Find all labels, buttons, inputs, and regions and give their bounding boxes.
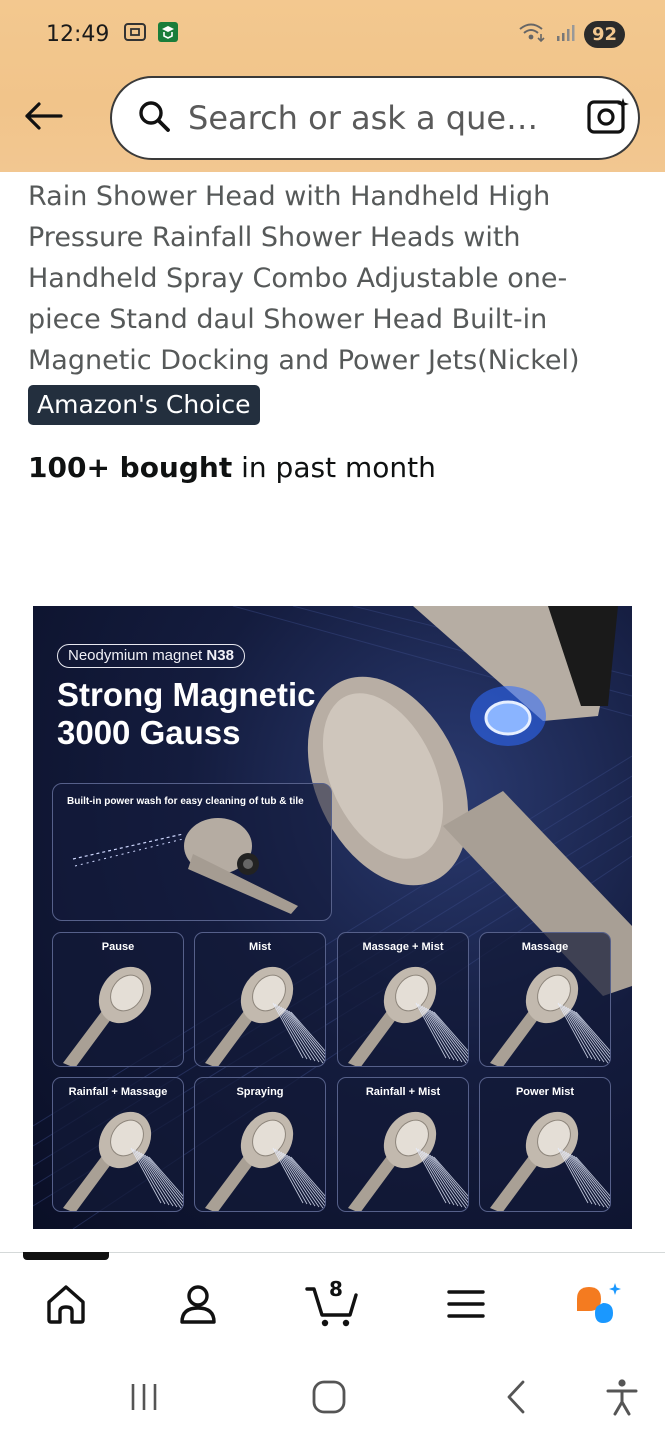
shower-head-illustration [348, 966, 468, 1066]
home-circle-icon [312, 1380, 346, 1414]
shower-head-illustration [205, 966, 325, 1066]
bought-count: 100+ bought in past month [28, 451, 436, 484]
power-wash-illustration [72, 818, 298, 914]
magnet-pill-grade: N38 [206, 647, 234, 664]
camera-search-icon[interactable] [587, 96, 631, 141]
nav-rufus[interactable] [570, 1274, 630, 1334]
nav-menu[interactable] [436, 1274, 496, 1334]
bottom-nav: 8 [0, 1262, 665, 1338]
shower-head-illustration [205, 1111, 325, 1211]
recent-apps-icon [131, 1384, 157, 1410]
headline-line-1: Strong Magnetic [57, 676, 316, 713]
mode-tile: Mist [194, 932, 326, 1067]
accessibility-icon [606, 1379, 638, 1416]
bought-count-rest: in past month [232, 451, 436, 484]
mode-tile: Pause [52, 932, 184, 1067]
power-wash-card: Built-in power wash for easy cleaning of… [52, 783, 332, 921]
account-icon [180, 1285, 216, 1324]
home-button[interactable] [304, 1372, 354, 1422]
signal-icon [556, 22, 576, 47]
chevron-left-icon [507, 1380, 525, 1414]
header: 12:49 92 [0, 0, 665, 172]
magnet-pill-prefix: Neodymium magnet [68, 647, 207, 664]
search-icon [136, 98, 172, 139]
magnet-pill: Neodymium magnet N38 [57, 644, 245, 668]
mode-tile: Rainfall + Mist [337, 1077, 469, 1212]
spray-mode-grid: Pause Mist Massage + Mist Massage Rainfa… [52, 932, 612, 1212]
status-time: 12:49 [46, 21, 110, 47]
headline-line-2: 3000 Gauss [57, 714, 241, 751]
bought-count-bold: 100+ bought [28, 451, 233, 484]
back-button[interactable] [20, 93, 66, 139]
shower-head-illustration [63, 966, 152, 1066]
mode-tile: Power Mist [479, 1077, 611, 1212]
search-input[interactable] [188, 99, 587, 137]
wifi-icon [518, 21, 548, 48]
nav-cart[interactable]: 8 [302, 1274, 362, 1334]
cart-count: 8 [329, 1277, 343, 1301]
nav-account[interactable] [168, 1274, 228, 1334]
shower-head-illustration [490, 1111, 610, 1211]
shower-head-illustration [63, 1111, 183, 1211]
screenshot-icon [123, 21, 147, 48]
accessibility-button[interactable] [597, 1372, 647, 1422]
status-bar: 12:49 92 [0, 0, 665, 68]
product-title[interactable]: Rain Shower Head with Handheld High Pres… [28, 176, 628, 381]
active-tab-indicator [23, 1252, 109, 1260]
back-arrow-icon [25, 102, 63, 130]
rufus-icon [577, 1283, 621, 1323]
battery-indicator: 92 [583, 20, 625, 48]
product-image[interactable]: Neodymium magnet N38 Strong Magnetic 300… [33, 606, 632, 1229]
system-back-button[interactable] [491, 1372, 541, 1422]
nav-home[interactable] [36, 1274, 96, 1334]
shower-head-illustration [348, 1111, 468, 1211]
shower-head-illustration [490, 966, 610, 1066]
mode-tile: Massage + Mist [337, 932, 469, 1067]
system-nav-bar [0, 1350, 665, 1440]
mode-tile: Spraying [194, 1077, 326, 1212]
image-headline: Strong Magnetic 3000 Gauss [57, 676, 316, 752]
app-notification-icon [157, 21, 179, 48]
recent-apps-button[interactable] [119, 1372, 169, 1422]
search-bar[interactable] [110, 76, 640, 160]
mode-tile: Rainfall + Massage [52, 1077, 184, 1212]
amazons-choice-badge[interactable]: Amazon's Choice [28, 385, 260, 425]
home-icon [47, 1285, 85, 1324]
menu-icon [447, 1290, 485, 1318]
mode-tile: Massage [479, 932, 611, 1067]
